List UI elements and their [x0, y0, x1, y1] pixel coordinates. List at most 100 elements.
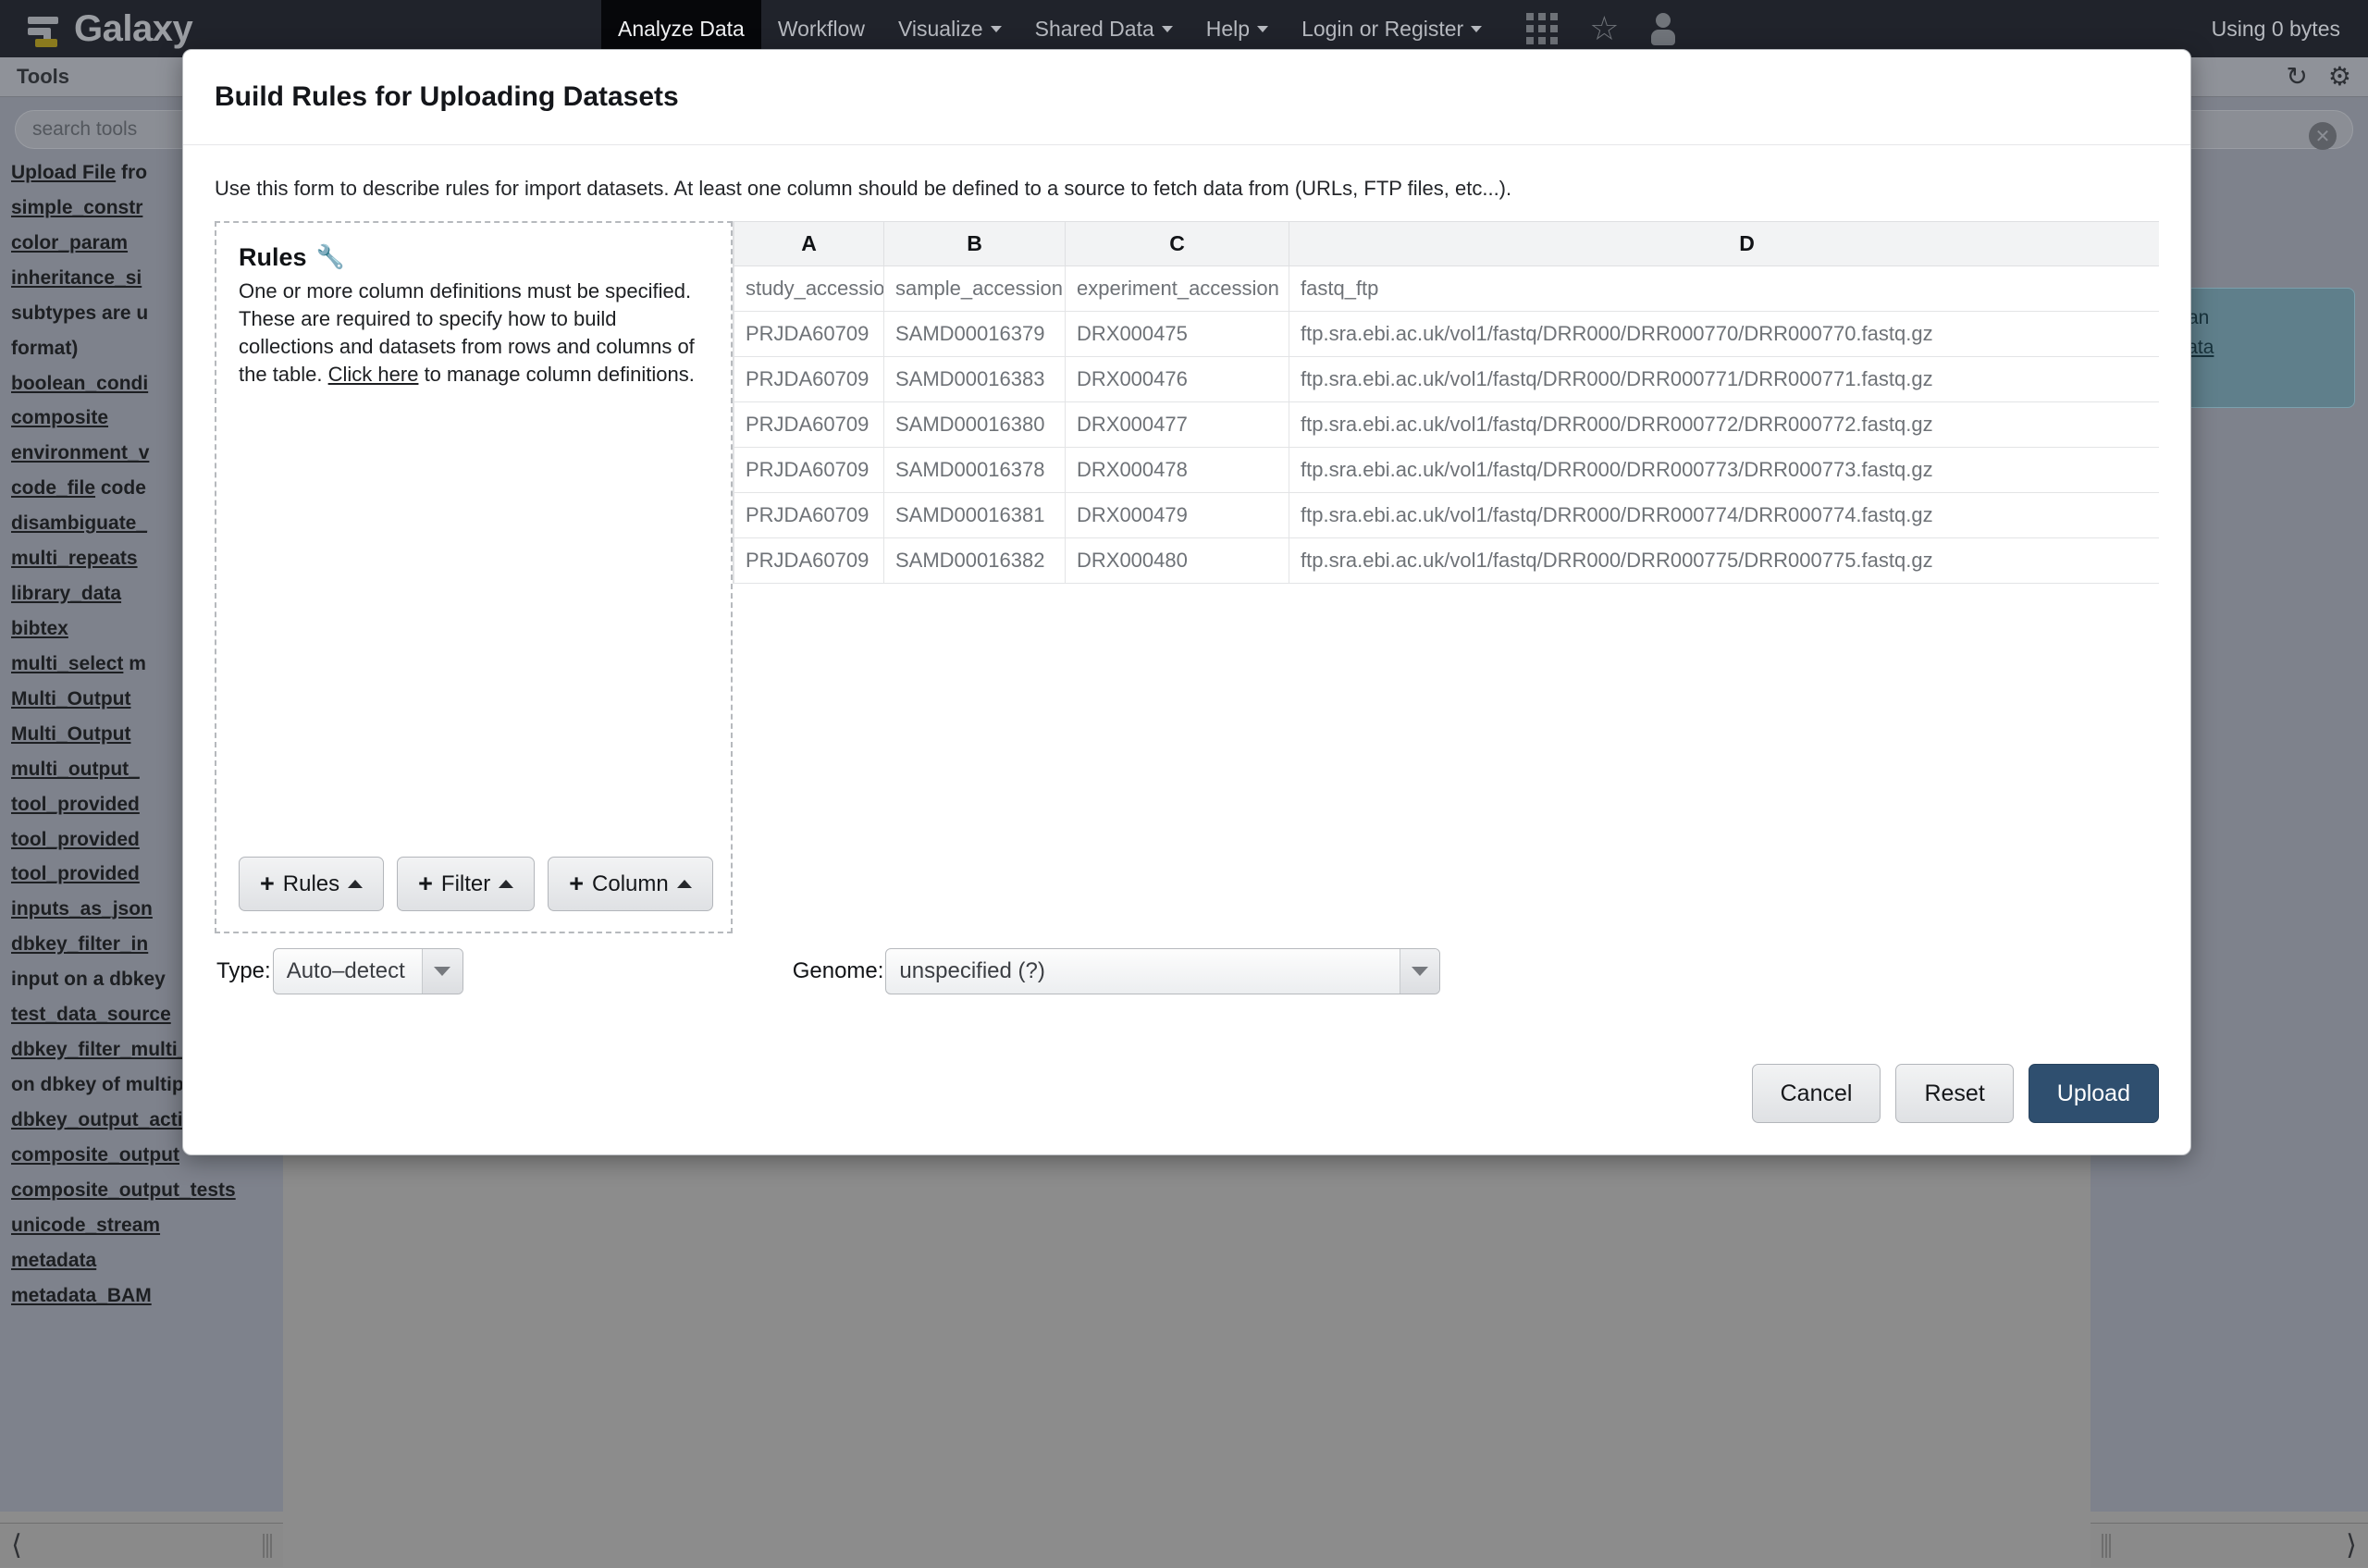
genome-label: Genome: — [793, 958, 884, 984]
gear-icon[interactable]: ⚙ — [2328, 64, 2351, 90]
rules-and-table-row: Rules 🔧 One or more column definitions m… — [215, 221, 2159, 933]
type-label: Type: — [216, 958, 271, 984]
tool-link[interactable]: library_data — [11, 583, 121, 604]
add-rules-button[interactable]: + Rules — [239, 857, 384, 911]
tool-link[interactable]: inheritance_si — [11, 267, 142, 289]
storage-usage-label: Using 0 bytes — [2212, 17, 2368, 42]
left-panel-scrollbar[interactable]: ⟨ — [0, 1523, 283, 1567]
tool-link[interactable]: boolean_condi — [11, 373, 148, 394]
nav-label: Analyze Data — [618, 17, 745, 42]
sidebar-tool-item[interactable]: metadata — [11, 1248, 272, 1274]
tool-link[interactable]: composite_output — [11, 1144, 179, 1166]
sidebar-tool-item[interactable]: unicode_stream — [11, 1213, 272, 1239]
chevron-down-icon — [991, 26, 1002, 32]
modal-title: Build Rules for Uploading Datasets — [215, 81, 679, 113]
tool-description: subtypes are u — [11, 302, 148, 324]
tool-description: fro — [116, 162, 147, 183]
table-cell: SAMD00016383 — [884, 357, 1066, 402]
modal-footer: Cancel Reset Upload — [183, 1042, 2190, 1154]
add-filter-button[interactable]: + Filter — [397, 857, 535, 911]
table-cell: PRJDA60709 — [734, 402, 884, 448]
table-row: PRJDA60709SAMD00016379DRX000475ftp.sra.e… — [734, 312, 2160, 357]
cancel-button[interactable]: Cancel — [1752, 1064, 1881, 1123]
table-cell: ftp.sra.ebi.ac.uk/vol1/fastq/DRR000/DRR0… — [1289, 402, 2160, 448]
tool-link[interactable]: disambiguate_ — [11, 512, 147, 534]
table-cell: SAMD00016380 — [884, 402, 1066, 448]
tool-link[interactable]: environment_v — [11, 442, 149, 463]
upload-button[interactable]: Upload — [2029, 1064, 2159, 1123]
tool-link[interactable]: dbkey_filter_in — [11, 933, 148, 955]
wrench-icon[interactable]: 🔧 — [316, 244, 345, 271]
type-select[interactable]: Auto–detect — [273, 948, 463, 994]
chevron-down-icon — [422, 949, 462, 994]
tool-link[interactable]: metadata_BAM — [11, 1285, 152, 1306]
tool-link[interactable]: Multi_Output — [11, 688, 130, 710]
scrollbar-grip[interactable] — [263, 1534, 272, 1558]
right-panel-scrollbar[interactable]: ⟩ — [2090, 1523, 2368, 1567]
add-column-button[interactable]: + Column — [548, 857, 712, 911]
chevron-down-icon — [1400, 949, 1440, 994]
manage-column-definitions-link[interactable]: Click here — [328, 363, 419, 386]
tool-link[interactable]: multi_select — [11, 653, 123, 674]
tool-description: input on a dbkey — [11, 969, 166, 990]
tool-link[interactable]: test_data_source — [11, 1004, 171, 1025]
brand-logo[interactable]: Galaxy — [0, 8, 601, 50]
tool-link[interactable]: unicode_stream — [11, 1215, 160, 1236]
type-selected-value: Auto–detect — [274, 958, 422, 984]
table-row: PRJDA60709SAMD00016378DRX000478ftp.sra.e… — [734, 448, 2160, 493]
table-cell: PRJDA60709 — [734, 538, 884, 584]
sidebar-tool-item[interactable]: composite_output_tests — [11, 1178, 272, 1204]
table-column-header[interactable]: C — [1066, 222, 1289, 266]
table-cell: SAMD00016379 — [884, 312, 1066, 357]
tool-link[interactable]: code_file — [11, 477, 95, 499]
chevron-left-icon[interactable]: ⟨ — [0, 1524, 33, 1568]
add-column-label: Column — [592, 871, 669, 897]
genome-select[interactable]: unspecified (?) — [885, 948, 1440, 994]
rules-panel: Rules 🔧 One or more column definitions m… — [215, 221, 733, 933]
tool-link[interactable]: simple_constr — [11, 197, 142, 218]
star-icon[interactable]: ☆ — [1589, 12, 1619, 45]
scrollbar-grip[interactable] — [2102, 1534, 2111, 1558]
tool-link[interactable]: color_param — [11, 232, 128, 253]
nav-label: Help — [1206, 17, 1250, 42]
modal-body: Use this form to describe rules for impo… — [183, 145, 2190, 1042]
tool-link[interactable]: tool_provided — [11, 863, 140, 884]
table-cell: ftp.sra.ebi.ac.uk/vol1/fastq/DRR000/DRR0… — [1289, 493, 2160, 538]
rules-text-after: to manage column definitions. — [418, 363, 694, 386]
tool-link[interactable]: bibtex — [11, 618, 68, 639]
tool-link[interactable]: tool_provided — [11, 829, 140, 850]
user-avatar-icon[interactable] — [1651, 13, 1675, 44]
chevron-up-icon — [677, 880, 692, 888]
table-column-header[interactable]: A — [734, 222, 884, 266]
close-icon[interactable]: ✕ — [2309, 122, 2337, 150]
nav-label: Workflow — [778, 17, 865, 42]
tool-link[interactable]: metadata — [11, 1250, 96, 1271]
rules-description: One or more column definitions must be s… — [239, 278, 709, 389]
table-cell: PRJDA60709 — [734, 493, 884, 538]
tool-link[interactable]: tool_provided — [11, 794, 140, 815]
table-row: PRJDA60709SAMD00016380DRX000477ftp.sra.e… — [734, 402, 2160, 448]
table-cell: DRX000480 — [1066, 538, 1289, 584]
rules-panel-title: Rules 🔧 — [239, 243, 709, 272]
tool-link[interactable]: multi_repeats — [11, 548, 138, 569]
tool-link[interactable]: composite — [11, 407, 108, 428]
sidebar-tool-item[interactable]: metadata_BAM — [11, 1283, 272, 1309]
tool-link[interactable]: Multi_Output — [11, 723, 130, 745]
tool-description: m — [123, 653, 146, 674]
reset-button[interactable]: Reset — [1895, 1064, 2013, 1123]
table-cell: SAMD00016382 — [884, 538, 1066, 584]
table-column-header[interactable]: D — [1289, 222, 2160, 266]
tool-link[interactable]: dbkey_output_action — [11, 1109, 206, 1130]
data-preview-table-container[interactable]: ABCD study_accessionsample_accessionexpe… — [733, 221, 2159, 584]
table-column-header[interactable]: B — [884, 222, 1066, 266]
tool-link[interactable]: composite_output_tests — [11, 1179, 236, 1201]
tool-link[interactable]: multi_output_ — [11, 759, 140, 780]
table-cell: experiment_accession — [1066, 266, 1289, 312]
apps-grid-icon[interactable] — [1526, 13, 1558, 44]
chevron-right-icon[interactable]: ⟩ — [2335, 1524, 2368, 1568]
tool-description: format) — [11, 338, 78, 359]
tool-link[interactable]: Upload File — [11, 162, 116, 183]
tool-link[interactable]: inputs_as_json — [11, 898, 153, 920]
refresh-icon[interactable]: ↻ — [2286, 64, 2307, 90]
table-cell: DRX000478 — [1066, 448, 1289, 493]
